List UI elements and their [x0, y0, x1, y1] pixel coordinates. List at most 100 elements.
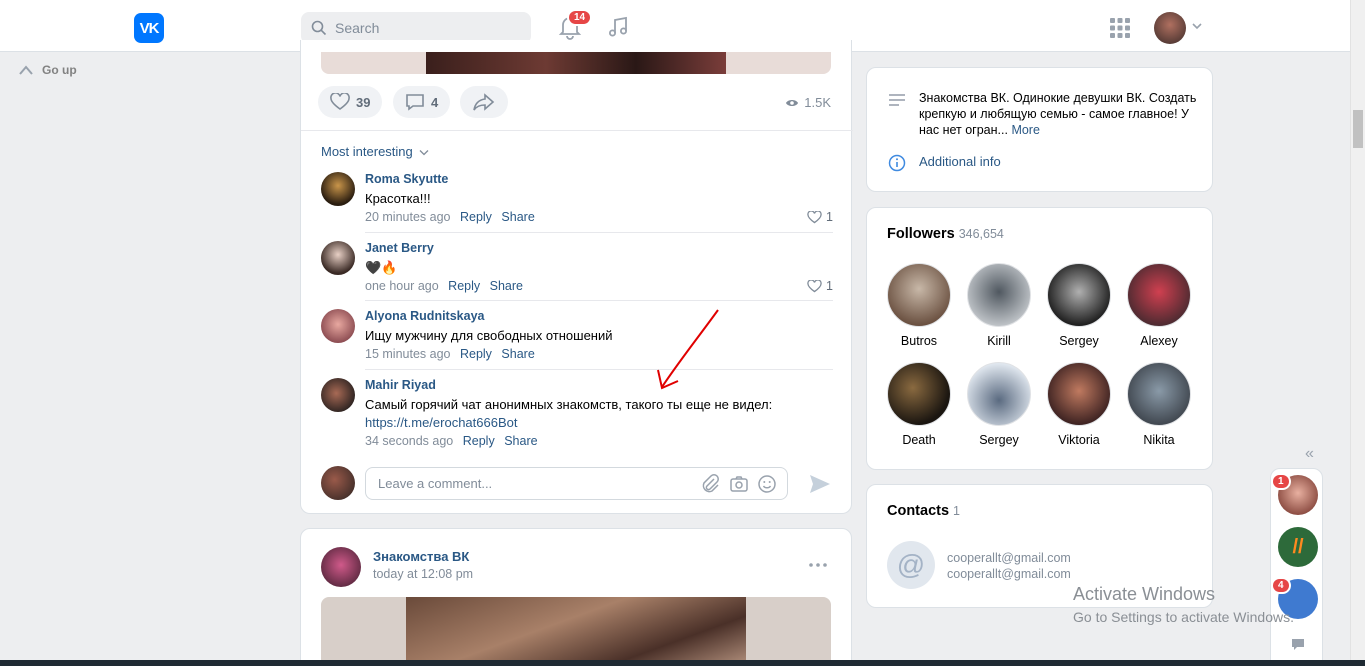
chat-bubble-icon[interactable]	[1290, 637, 1306, 651]
music-button[interactable]	[606, 15, 630, 42]
comment-like-button[interactable]: 1	[807, 279, 833, 293]
eye-icon	[786, 99, 799, 106]
commenter-name[interactable]: Janet Berry	[365, 241, 434, 255]
post-date[interactable]: today at 12:08 pm	[373, 567, 473, 581]
comment-time[interactable]: one hour ago	[365, 279, 439, 293]
commenter-avatar[interactable]	[321, 309, 355, 343]
follower-item[interactable]: Kirill	[964, 263, 1034, 348]
scrollbar-thumb[interactable]	[1353, 110, 1363, 148]
activate-windows-subtitle: Go to Settings to activate Windows.	[1073, 609, 1294, 625]
follower-avatar	[1047, 263, 1111, 327]
share-button[interactable]	[460, 86, 508, 118]
paperclip-icon[interactable]	[701, 474, 721, 494]
reply-link[interactable]: Reply	[448, 279, 480, 293]
comment-sort-dropdown[interactable]: Most interesting	[321, 144, 429, 159]
collapse-chats-icon[interactable]: «	[1305, 445, 1314, 463]
profile-avatar[interactable]	[1154, 12, 1186, 44]
notifications-button[interactable]: 14	[558, 9, 593, 40]
follower-item[interactable]: Viktoria	[1044, 362, 1114, 447]
follower-avatar	[1127, 263, 1191, 327]
follower-avatar	[887, 362, 951, 426]
comment-link[interactable]: https://t.me/erochat666Bot	[365, 415, 517, 430]
follower-item[interactable]: Butros	[884, 263, 954, 348]
chat-rail: 1 // 4	[1270, 468, 1323, 666]
comment-time[interactable]: 15 minutes ago	[365, 347, 450, 361]
chevron-up-icon	[19, 65, 33, 75]
heart-icon	[330, 93, 350, 110]
apps-grid-button[interactable]	[1110, 18, 1130, 41]
more-icon[interactable]	[809, 563, 827, 567]
comment-divider	[365, 369, 833, 370]
scrollbar[interactable]	[1350, 0, 1365, 666]
like-button[interactable]: 39	[318, 86, 383, 118]
commenter-name[interactable]: Alyona Rudnitskaya	[365, 309, 484, 323]
comment-text: Ищу мужчину для свободных отношений	[365, 328, 613, 343]
camera-icon[interactable]	[729, 474, 749, 494]
comment-meta: 20 minutes ago Reply Share	[365, 210, 535, 224]
comment-item: Mahir Riyad Самый горячий чат анонимных …	[321, 378, 833, 452]
follower-item[interactable]: Alexey	[1124, 263, 1194, 348]
comment-time[interactable]: 34 seconds ago	[365, 434, 453, 448]
comment-input-box[interactable]	[365, 467, 788, 500]
followers-card: Followers 346,654 Butros Kirill Sergey Al…	[866, 207, 1213, 470]
comment-text: 🖤🔥	[365, 260, 398, 275]
share-link[interactable]: Share	[504, 434, 537, 448]
follower-avatar	[967, 263, 1031, 327]
post-author[interactable]: Знакомства ВК	[373, 549, 469, 564]
comment-button[interactable]: 4	[393, 86, 451, 118]
post-image[interactable]	[321, 52, 831, 74]
go-up-label: Go up	[42, 63, 77, 77]
commenter-name[interactable]: Mahir Riyad	[365, 378, 436, 392]
annotation-arrow	[657, 309, 719, 390]
commenter-avatar[interactable]	[321, 241, 355, 275]
commenter-name[interactable]: Roma Skyutte	[365, 172, 448, 186]
commenter-avatar[interactable]	[321, 172, 355, 206]
reply-link[interactable]: Reply	[460, 210, 492, 224]
contact-email[interactable]: cooperallt@gmail.com	[947, 551, 1071, 565]
comment-text: Красотка!!!	[365, 191, 431, 206]
group-info-card: Знакомства ВК. Одинокие девушки ВК. Созд…	[866, 67, 1213, 192]
grid-icon	[1110, 18, 1130, 38]
follower-item[interactable]: Nikita	[1124, 362, 1194, 447]
reply-link[interactable]: Reply	[463, 434, 495, 448]
sort-label: Most interesting	[321, 144, 413, 159]
description-text: Знакомства ВК. Одинокие девушки ВК. Созд…	[919, 91, 1197, 137]
comment-input[interactable]	[378, 476, 678, 491]
chat-avatar-brand[interactable]: //	[1278, 527, 1318, 567]
follower-item[interactable]: Sergey	[1044, 263, 1114, 348]
comment-like-count: 1	[826, 279, 833, 293]
comment-time[interactable]: 20 minutes ago	[365, 210, 450, 224]
commenter-avatar[interactable]	[321, 378, 355, 412]
go-up-button[interactable]: Go up	[18, 63, 77, 77]
follower-name: Nikita	[1143, 433, 1175, 447]
comment-icon	[406, 94, 424, 111]
follower-item[interactable]: Sergey	[964, 362, 1034, 447]
emoji-icon[interactable]	[757, 474, 777, 494]
share-link[interactable]: Share	[501, 347, 534, 361]
follower-item[interactable]: Death	[884, 362, 954, 447]
comment-meta: 34 seconds ago Reply Share	[365, 434, 538, 448]
reply-link[interactable]: Reply	[460, 347, 492, 361]
author-avatar[interactable]	[321, 547, 361, 587]
share-link[interactable]: Share	[490, 279, 523, 293]
chevron-down-icon[interactable]	[1192, 22, 1202, 30]
activate-windows-title: Activate Windows	[1073, 584, 1216, 604]
chevron-down-icon	[419, 150, 429, 156]
send-icon[interactable]	[808, 473, 832, 495]
search-input[interactable]	[335, 20, 515, 36]
follower-name: Butros	[900, 334, 938, 348]
post-card: Знакомства ВК today at 12:08 pm	[300, 528, 852, 666]
comment-divider	[365, 300, 833, 301]
vk-logo[interactable]: VK	[134, 13, 164, 43]
more-link[interactable]: More	[1011, 123, 1039, 137]
follower-avatar	[887, 263, 951, 327]
followers-title[interactable]: Followers 346,654	[887, 226, 1004, 242]
contact-email-secondary[interactable]: cooperallt@gmail.com	[947, 567, 1071, 581]
views-count: 1.5K	[804, 95, 831, 110]
post-image[interactable]	[321, 597, 831, 666]
comment-like-button[interactable]: 1	[807, 210, 833, 224]
additional-info-link[interactable]: Additional info	[919, 154, 1001, 169]
followers-count: 346,654	[958, 227, 1004, 241]
share-link[interactable]: Share	[501, 210, 534, 224]
contacts-title[interactable]: Contacts 1	[887, 503, 960, 519]
